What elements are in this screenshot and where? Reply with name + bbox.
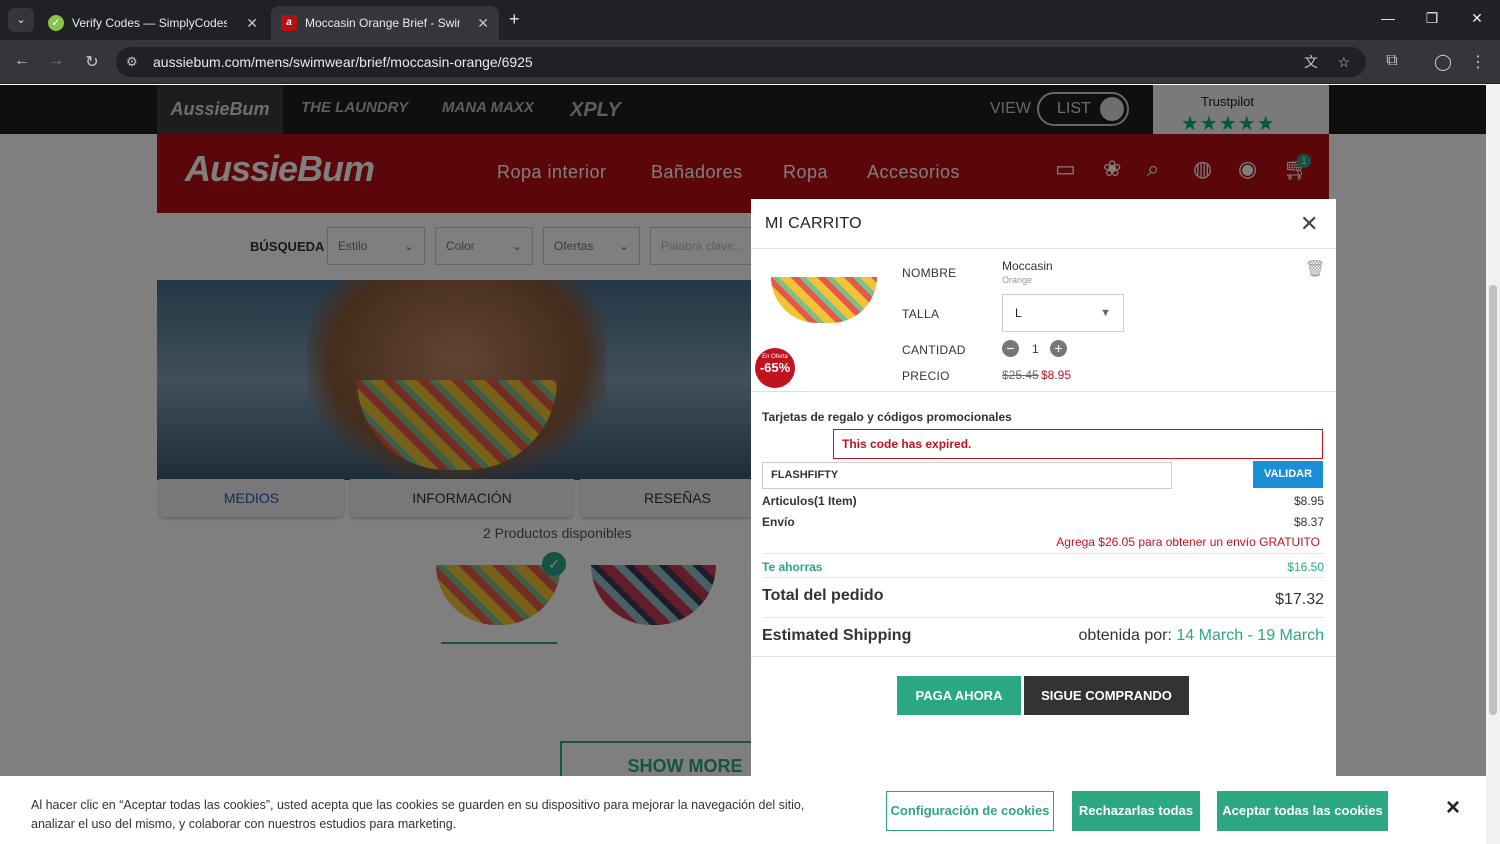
promo-error: This code has expired. — [833, 429, 1323, 459]
address-bar: ← → ↻ ⚙ aussiebum.com/mens/swimwear/brie… — [0, 40, 1500, 84]
total-value: $17.32 — [1275, 591, 1324, 608]
cookie-accept-button[interactable]: Aceptar todas las cookies — [1217, 791, 1388, 831]
browser-tab-moccasin[interactable]: a Moccasin Orange Brief - Swimw ✕ — [271, 6, 499, 40]
browser-tab-bar: ⌄ ✓ Verify Codes — SimplyCodes ✕ a Mocca… — [0, 0, 1500, 40]
divider — [751, 391, 1336, 392]
divider — [762, 617, 1324, 618]
validate-label: VALIDAR — [1263, 468, 1313, 480]
close-icon[interactable]: ✕ — [1300, 211, 1318, 237]
est-label: Estimated Shipping — [762, 627, 912, 644]
trash-icon[interactable]: 🗑︎ — [1305, 259, 1325, 279]
back-icon[interactable]: ← — [12, 52, 32, 70]
free-shipping-text: Agrega $26.05 para obtener un envío GRAT… — [1056, 535, 1320, 549]
simplycodes-favicon-icon: ✓ — [48, 15, 64, 31]
est-prefix: obtenida por: — [1078, 627, 1172, 644]
pay-label: PAGA AHORA — [915, 688, 1003, 703]
size-select[interactable]: L ▼ — [1002, 294, 1124, 332]
product-name: Moccasin — [1002, 259, 1053, 273]
est-dates: 14 March - 19 March — [1176, 627, 1324, 644]
cart-title: MI CARRITO — [765, 215, 862, 232]
dropdown-arrow-icon: ▼ — [1100, 307, 1111, 319]
product-color: Orange — [1002, 275, 1033, 285]
estimated-shipping-row: Estimated Shipping obtenida por: 14 Marc… — [762, 627, 1324, 645]
shipping-row: Envío $8.37 — [762, 515, 1324, 529]
validate-button[interactable]: VALIDAR — [1253, 461, 1323, 488]
page-scrollbar[interactable] — [1486, 85, 1500, 844]
close-window-icon[interactable]: ✕ — [1467, 10, 1487, 27]
free-shipping-note: Agrega $26.05 para obtener un envío GRAT… — [762, 535, 1324, 549]
sale-badge: En Oferta -65% — [755, 348, 795, 388]
site-info-icon[interactable]: ⚙ — [126, 47, 138, 77]
tab-title: Verify Codes — SimplyCodes — [72, 16, 227, 30]
close-tab-icon[interactable]: ✕ — [477, 15, 489, 32]
cart-modal: MI CARRITO ✕ En Oferta -65% NOMBRE Mocca… — [751, 199, 1336, 819]
size-value: L — [1015, 306, 1022, 320]
quantity-label: CANTIDAD — [902, 343, 966, 357]
bookmark-star-icon[interactable]: ☆ — [1337, 47, 1350, 77]
pay-now-button[interactable]: PAGA AHORA — [897, 676, 1021, 715]
cookie-close-icon[interactable]: × — [1446, 794, 1460, 822]
browser-tab-verify-codes[interactable]: ✓ Verify Codes — SimplyCodes ✕ — [38, 6, 268, 40]
articles-value: $8.95 — [1293, 494, 1324, 508]
est-value: obtenida por: 14 March - 19 March — [1079, 627, 1324, 645]
divider — [751, 656, 1336, 657]
cookie-settings-button[interactable]: Configuración de cookies — [886, 791, 1054, 831]
continue-label: SIGUE COMPRANDO — [1041, 688, 1172, 703]
restore-icon[interactable]: ❐ — [1422, 10, 1442, 27]
cookie-text: Al hacer clic en “Aceptar todas las cook… — [31, 798, 805, 831]
web-page: AussieBum THE LAUNDRY MANA MAXX XPLY VIE… — [0, 85, 1486, 844]
forward-icon[interactable]: → — [46, 52, 66, 70]
size-label: TALLA — [902, 307, 940, 321]
divider — [762, 553, 1324, 554]
promo-title: Tarjetas de regalo y códigos promocional… — [762, 410, 1012, 424]
close-tab-icon[interactable]: ✕ — [246, 15, 258, 32]
extensions-icon[interactable]: ⧉ — [1382, 52, 1402, 70]
minimize-icon[interactable]: — — [1378, 10, 1398, 26]
cookie-accept-label: Aceptar todas las cookies — [1222, 803, 1383, 818]
shipping-value: $8.37 — [1293, 515, 1324, 529]
profile-icon[interactable]: ◯ — [1433, 52, 1453, 72]
quantity-value: 1 — [1032, 342, 1039, 356]
menu-kebab-icon[interactable]: ⋮ — [1468, 52, 1488, 72]
cart-item-image[interactable] — [771, 277, 877, 323]
savings-label: Te ahorras — [762, 560, 823, 574]
total-label: Total del pedido — [762, 587, 884, 604]
continue-shopping-button[interactable]: SIGUE COMPRANDO — [1024, 676, 1189, 715]
tab-search-button[interactable]: ⌄ — [8, 8, 34, 32]
cookie-settings-label: Configuración de cookies — [890, 803, 1050, 818]
url-field[interactable]: ⚙ aussiebum.com/mens/swimwear/brief/mocc… — [116, 47, 1366, 77]
translate-icon[interactable]: 文 — [1304, 47, 1318, 77]
articles-row: Articulos(1 Item) $8.95 — [762, 494, 1324, 508]
url-text: aussiebum.com/mens/swimwear/brief/moccas… — [153, 54, 533, 70]
promo-code-input[interactable]: FLASHFIFTY — [762, 462, 1172, 489]
total-row: Total del pedido $17.32 — [762, 587, 1324, 608]
scrollbar-thumb[interactable] — [1489, 285, 1497, 715]
promo-code-value: FLASHFIFTY — [771, 469, 839, 481]
cart-header: MI CARRITO ✕ — [751, 199, 1336, 249]
price-label: PRECIO — [902, 369, 950, 383]
minus-icon[interactable]: − — [1002, 340, 1019, 357]
savings-row: Te ahorras $16.50 — [762, 560, 1324, 574]
sale-price: $8.95 — [1041, 368, 1072, 382]
promo-error-text: This code has expired. — [842, 437, 972, 451]
name-label: NOMBRE — [902, 266, 957, 280]
reload-icon[interactable]: ↻ — [82, 52, 102, 72]
cookie-reject-button[interactable]: Rechazarlas todas — [1072, 791, 1200, 831]
cookie-banner: Al hacer clic en “Aceptar todas las cook… — [0, 776, 1486, 844]
shipping-label: Envío — [762, 515, 795, 529]
cookie-reject-label: Rechazarlas todas — [1078, 803, 1194, 818]
sale-badge-percent: -65% — [759, 360, 791, 375]
plus-icon[interactable]: + — [1050, 340, 1067, 357]
tab-title: Moccasin Orange Brief - Swimw — [305, 16, 460, 30]
divider — [762, 577, 1324, 578]
new-tab-button[interactable]: + — [509, 9, 520, 30]
aussiebum-favicon-icon: a — [281, 15, 297, 31]
savings-value: $16.50 — [1287, 560, 1324, 574]
articles-label: Articulos(1 Item) — [762, 494, 857, 508]
old-price: $25.45 — [1002, 368, 1039, 382]
